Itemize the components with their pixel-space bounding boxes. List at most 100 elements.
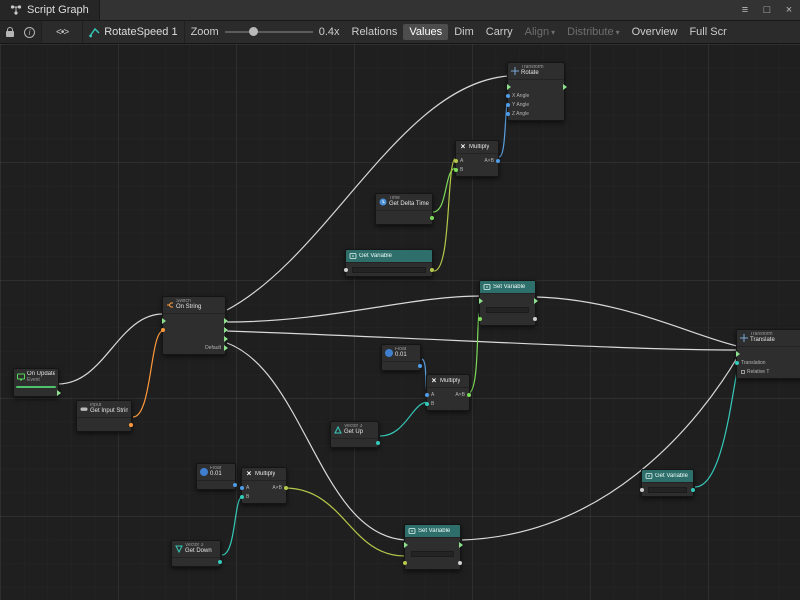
node-title: Multiply	[440, 378, 460, 385]
flow-out-port[interactable]	[534, 298, 538, 304]
relative-checkbox[interactable]	[741, 370, 745, 374]
value-in-port[interactable]	[506, 112, 510, 116]
node-vector3-get-down[interactable]: Vector 3 Get Down	[171, 540, 221, 567]
node-multiply-top[interactable]: × Multiply AA×B B	[455, 140, 499, 177]
node-vector3-get-up[interactable]: Vector 3 Get Up	[330, 421, 379, 448]
value-in-port[interactable]	[478, 317, 482, 321]
flow-in-port[interactable]	[162, 318, 166, 324]
overview-button[interactable]: Overview	[626, 24, 684, 40]
port-label: A×B	[455, 392, 465, 398]
flow-out-port[interactable]	[563, 84, 567, 90]
value-in-port[interactable]	[735, 361, 739, 365]
flow-in-port[interactable]	[404, 542, 408, 548]
fullscreen-button[interactable]: Full Scr	[683, 24, 732, 40]
variable-name-field[interactable]	[411, 551, 454, 557]
wire	[227, 331, 737, 350]
flow-in-port[interactable]	[736, 351, 740, 357]
variable-icon	[483, 283, 491, 291]
value-in-port[interactable]	[240, 495, 244, 499]
chevron-down-icon: ▾	[616, 28, 620, 37]
value-in-port[interactable]	[403, 561, 407, 565]
value-out-port[interactable]	[533, 317, 537, 321]
value-in-port[interactable]	[344, 268, 348, 272]
value-in-port[interactable]	[425, 393, 429, 397]
node-get-input-string[interactable]: Input Get Input Strin	[76, 400, 132, 432]
wire	[462, 358, 737, 540]
node-get-variable-right[interactable]: Get Variable	[641, 469, 694, 497]
value-out-port[interactable]	[467, 393, 471, 397]
node-float-low[interactable]: Float 0.01	[196, 463, 236, 490]
node-transform-rotate[interactable]: Transform Rotate X Angle Y Angle Z Angle	[507, 62, 565, 121]
align-dropdown[interactable]: Align▾	[519, 24, 561, 40]
node-multiply-mid[interactable]: × Multiply AA×B B	[426, 374, 470, 411]
carry-button[interactable]: Carry	[480, 24, 519, 40]
flow-in-port[interactable]	[507, 84, 511, 90]
variable-name-field[interactable]	[486, 307, 529, 313]
wire	[695, 366, 738, 487]
value-in-port[interactable]	[240, 486, 244, 490]
value-out-port[interactable]	[691, 488, 695, 492]
toolbar-code-segment: <•>	[42, 21, 83, 43]
variable-name-field[interactable]	[648, 487, 687, 493]
wire	[434, 158, 456, 271]
connections-icon[interactable]: <•>	[56, 27, 68, 38]
close-button[interactable]: ×	[778, 0, 800, 20]
value-in-port[interactable]	[454, 159, 458, 163]
value-in-port[interactable]	[506, 94, 510, 98]
info-icon[interactable]: i	[24, 27, 35, 38]
value-out-port[interactable]	[430, 216, 434, 220]
flow-out-port[interactable]	[224, 336, 228, 342]
lock-icon[interactable]	[6, 31, 14, 37]
toolbar-graph-segment: RotateSpeed 1	[83, 21, 184, 43]
node-subtitle: Event	[27, 378, 55, 383]
value-in-port[interactable]	[425, 402, 429, 406]
node-title: Get Variable	[655, 473, 688, 480]
value-out-port[interactable]	[218, 560, 222, 564]
value-in-port[interactable]	[640, 488, 644, 492]
value-out-port[interactable]	[496, 159, 500, 163]
value-out-port[interactable]	[458, 561, 462, 565]
zoom-slider-handle[interactable]	[249, 27, 258, 36]
zoom-slider[interactable]	[225, 31, 313, 33]
window-menu-button[interactable]: ≡	[734, 0, 756, 20]
flow-out-port[interactable]	[57, 390, 61, 396]
flow-out-port[interactable]	[224, 345, 228, 351]
node-set-variable-bottom[interactable]: Set Variable	[404, 524, 461, 570]
value-out-port[interactable]	[376, 441, 380, 445]
node-switch-on-string[interactable]: Switch On String Default	[162, 296, 226, 355]
value-out-port[interactable]	[129, 423, 133, 427]
value-out-port[interactable]	[418, 364, 422, 368]
node-get-variable-top[interactable]: Get Variable	[345, 249, 433, 277]
relations-button[interactable]: Relations	[346, 24, 404, 40]
distribute-dropdown[interactable]: Distribute▾	[561, 24, 625, 40]
wire	[58, 314, 163, 384]
node-get-delta-time[interactable]: Time Get Delta Time	[375, 193, 433, 225]
distribute-label: Distribute	[567, 26, 613, 38]
title-bar: Script Graph ≡ □ ×	[0, 0, 800, 21]
dim-button[interactable]: Dim	[448, 24, 480, 40]
node-set-variable-top[interactable]: Set Variable	[479, 280, 536, 326]
node-float-mid[interactable]: Float 0.01	[381, 344, 421, 371]
flow-out-port[interactable]	[224, 318, 228, 324]
graph-name[interactable]: RotateSpeed 1	[104, 26, 177, 38]
node-transform-translate[interactable]: Transform Translate Translation Relative…	[736, 329, 800, 379]
node-multiply-low[interactable]: × Multiply AA×B B	[241, 467, 287, 504]
flow-out-port[interactable]	[224, 327, 228, 333]
node-on-update[interactable]: On Update Event	[13, 368, 59, 397]
value-out-port[interactable]	[284, 486, 288, 490]
maximize-button[interactable]: □	[756, 0, 778, 20]
flow-in-port[interactable]	[479, 298, 483, 304]
value-in-port[interactable]	[506, 103, 510, 107]
value-out-port[interactable]	[430, 268, 434, 272]
variable-name-field[interactable]	[352, 267, 426, 273]
value-in-port[interactable]	[454, 168, 458, 172]
flow-out-port[interactable]	[459, 542, 463, 548]
tab-script-graph[interactable]: Script Graph	[0, 0, 100, 20]
wire	[380, 402, 428, 436]
value-in-port[interactable]	[161, 328, 165, 332]
multiply-icon: ×	[459, 143, 467, 151]
chevron-down-icon: ▾	[551, 28, 555, 37]
values-button[interactable]: Values	[403, 24, 448, 40]
value-out-port[interactable]	[233, 483, 237, 487]
float-icon	[385, 349, 393, 357]
